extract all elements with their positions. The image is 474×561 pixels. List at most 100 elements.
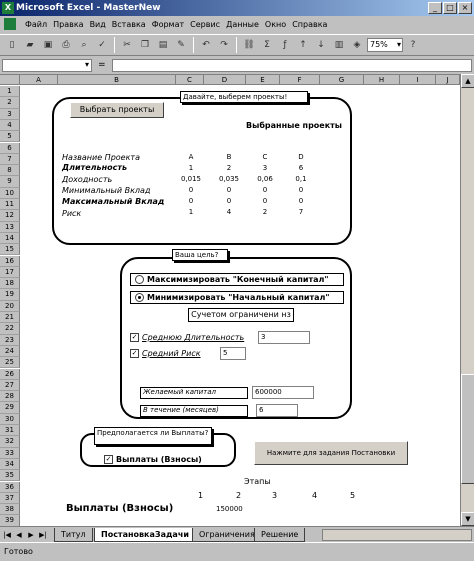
column-header[interactable]: I	[400, 75, 436, 85]
row-header[interactable]: 37	[0, 492, 20, 505]
tab-solution[interactable]: Решение	[254, 528, 306, 542]
avg-risk-input[interactable]: 5	[220, 347, 246, 360]
menu-data[interactable]: Данные	[223, 20, 262, 29]
menu-help[interactable]: Справка	[289, 20, 330, 29]
maximize-final-capital-option[interactable]: Максимизировать "Конечный капитал"	[130, 273, 344, 286]
column-header[interactable]: D	[204, 75, 246, 85]
undo-icon[interactable]: ↶	[198, 37, 214, 53]
set-problem-button[interactable]: Нажмите для задания Постановки	[254, 441, 408, 465]
avg-duration-checkbox[interactable]: ✓ Среднюю Длительность	[130, 333, 244, 342]
select-projects-button[interactable]: Выбрать проекты	[70, 102, 164, 118]
column-header[interactable]: G	[320, 75, 364, 85]
row-header[interactable]: 21	[0, 312, 20, 324]
row-header[interactable]: 39	[0, 515, 20, 526]
row-header[interactable]: 20	[0, 300, 20, 312]
row-header[interactable]: 19	[0, 289, 20, 301]
radio-selected-icon[interactable]	[135, 293, 144, 302]
next-sheet-icon[interactable]: ▶	[26, 529, 36, 541]
row-header[interactable]: 34	[0, 458, 20, 471]
menu-window[interactable]: Окно	[262, 20, 289, 29]
menu-edit[interactable]: Правка	[50, 20, 86, 29]
drawing-icon[interactable]: ◈	[349, 37, 365, 53]
column-header[interactable]: E	[246, 75, 280, 85]
row-header[interactable]: 9	[0, 176, 20, 188]
function-icon[interactable]: ƒ	[277, 37, 293, 53]
row-header[interactable]: 32	[0, 436, 20, 448]
select-all-corner[interactable]	[0, 75, 20, 85]
row-header[interactable]: 25	[0, 357, 20, 369]
column-header[interactable]: C	[176, 75, 204, 85]
row-header[interactable]: 17	[0, 266, 20, 279]
paste-icon[interactable]: ▤	[155, 37, 171, 53]
hyperlink-icon[interactable]: ⛓	[241, 37, 257, 53]
format-painter-icon[interactable]: ✎	[173, 37, 189, 53]
tab-title[interactable]: Титул	[54, 528, 93, 542]
save-icon[interactable]: ▣	[40, 37, 56, 53]
tab-constraints[interactable]: Ограничения	[192, 528, 262, 542]
new-file-icon[interactable]: ▯	[4, 37, 20, 53]
scroll-down-icon[interactable]: ▼	[461, 512, 474, 526]
minimize-button[interactable]: _	[428, 2, 442, 14]
row-header[interactable]: 18	[0, 278, 20, 290]
row-header[interactable]: 35	[0, 470, 20, 482]
checkbox-checked-icon[interactable]: ✓	[130, 333, 139, 342]
last-sheet-icon[interactable]: ▶|	[38, 529, 48, 541]
row-header[interactable]: 11	[0, 199, 20, 211]
row-header[interactable]: 28	[0, 391, 20, 403]
formula-input[interactable]	[111, 58, 472, 72]
row-header[interactable]: 30	[0, 413, 20, 425]
horizontal-scrollbar[interactable]	[322, 529, 472, 541]
radio-icon[interactable]	[135, 275, 144, 284]
vertical-scrollbar[interactable]: ▲ ▼	[460, 74, 474, 526]
desired-capital-input[interactable]: 600000	[252, 386, 314, 399]
close-button[interactable]: ×	[458, 2, 472, 14]
zoom-select[interactable]: 75%	[367, 38, 403, 52]
menu-view[interactable]: Вид	[87, 20, 109, 29]
row-header[interactable]: 38	[0, 504, 20, 516]
checkbox-checked-icon[interactable]: ✓	[130, 349, 139, 358]
row-header[interactable]: 22	[0, 323, 20, 335]
sort-asc-icon[interactable]: ↑	[295, 37, 311, 53]
scroll-thumb[interactable]	[461, 374, 474, 484]
payments-checkbox[interactable]: ✓ Выплаты (Взносы)	[104, 455, 202, 464]
row-header[interactable]: 2	[0, 97, 20, 109]
sort-desc-icon[interactable]: ↓	[313, 37, 329, 53]
checkbox-checked-icon[interactable]: ✓	[104, 455, 113, 464]
menu-insert[interactable]: Вставка	[109, 20, 149, 29]
autosum-icon[interactable]: Σ	[259, 37, 275, 53]
chart-wizard-icon[interactable]: ▥	[331, 37, 347, 53]
row-header[interactable]: 6	[0, 142, 20, 154]
help-icon[interactable]: ?	[405, 37, 421, 53]
row-header[interactable]: 3	[0, 108, 20, 120]
name-box[interactable]	[2, 58, 92, 72]
months-input[interactable]: 6	[256, 404, 298, 417]
prev-sheet-icon[interactable]: ◀	[14, 529, 24, 541]
print-preview-icon[interactable]: ⌕	[76, 37, 92, 53]
column-header[interactable]: B	[58, 75, 176, 85]
row-header[interactable]: 15	[0, 244, 20, 256]
row-header[interactable]: 16	[0, 255, 20, 267]
avg-duration-input[interactable]: 3	[258, 331, 310, 344]
open-folder-icon[interactable]: ▰	[22, 37, 38, 53]
column-header[interactable]: F	[280, 75, 320, 85]
row-header[interactable]: 14	[0, 232, 20, 245]
menu-file[interactable]: Файл	[22, 20, 50, 29]
row-header[interactable]: 23	[0, 334, 20, 346]
formula-equals-icon[interactable]: =	[94, 60, 110, 70]
menu-tools[interactable]: Сервис	[187, 20, 223, 29]
row-header[interactable]: 33	[0, 447, 20, 459]
row-header[interactable]: 1	[0, 86, 20, 98]
column-header[interactable]: H	[364, 75, 400, 85]
menu-format[interactable]: Формат	[149, 20, 187, 29]
worksheet-grid[interactable]: A B C D E F G H I J 1 2 3 4 5 6 7 8 9 10 11 12 13 14 1…	[0, 74, 460, 526]
row-header[interactable]: 7	[0, 153, 20, 166]
tab-problem[interactable]: ПостановкаЗадачи	[94, 528, 196, 542]
row-header[interactable]: 4	[0, 119, 20, 132]
column-header[interactable]: J	[436, 75, 460, 85]
row-header[interactable]: 29	[0, 402, 20, 414]
print-icon[interactable]: ⎙	[58, 37, 74, 53]
column-header[interactable]: A	[20, 75, 58, 85]
row-header[interactable]: 13	[0, 221, 20, 233]
scroll-up-icon[interactable]: ▲	[461, 74, 474, 88]
workbook-icon[interactable]	[4, 18, 16, 30]
